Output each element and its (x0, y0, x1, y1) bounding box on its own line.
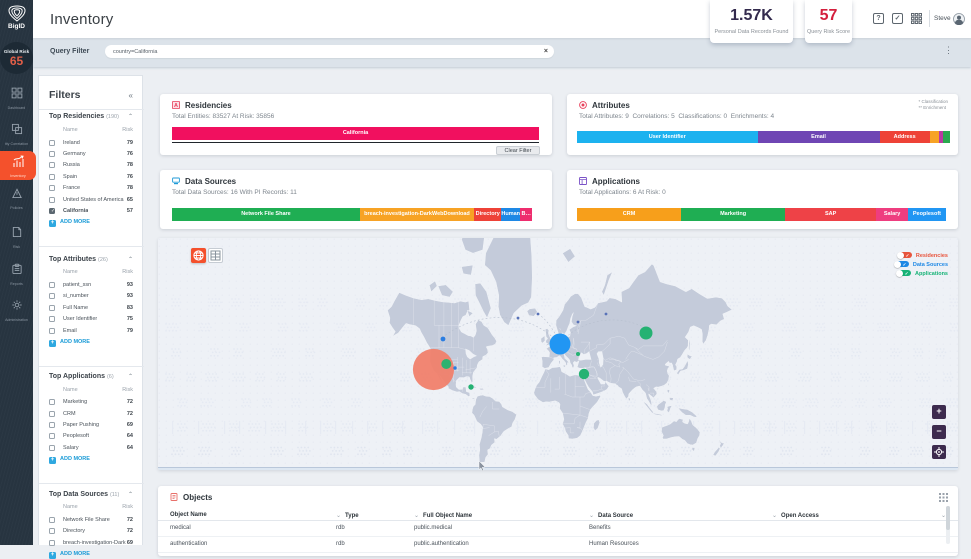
svg-text:A: A (174, 103, 178, 109)
